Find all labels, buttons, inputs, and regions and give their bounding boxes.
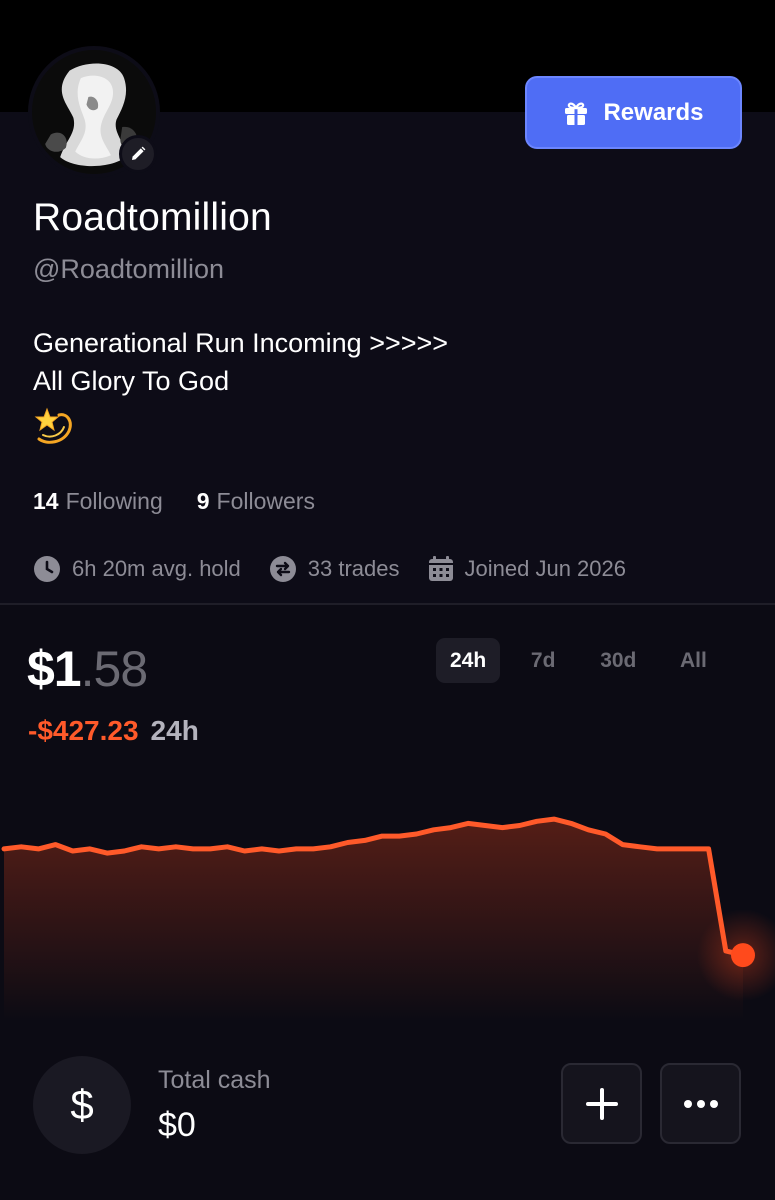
- total-cash-label: Total cash: [158, 1066, 271, 1094]
- range-tab-all[interactable]: All: [664, 638, 722, 683]
- chart-endpoint-dot: [731, 943, 755, 968]
- avg-hold-text: 6h 20m avg. hold: [72, 556, 241, 581]
- rewards-button[interactable]: Rewards: [525, 76, 742, 149]
- username-handle: @Roadtomillion: [33, 254, 224, 284]
- pnl-change: -$427.23 24h: [28, 715, 199, 747]
- profile-meta: 6h 20m avg. hold 33 trades Joined Jun 20…: [33, 555, 626, 583]
- following-count: 14: [33, 488, 59, 514]
- range-tab-30d[interactable]: 30d: [586, 638, 650, 683]
- range-tab-7d[interactable]: 7d: [514, 638, 572, 683]
- balance-decimals: .58: [80, 641, 149, 697]
- cash-dollar-icon: $: [33, 1056, 131, 1154]
- following-label: Following: [65, 488, 163, 514]
- follow-stats: 14 Following 9 Followers: [33, 488, 315, 515]
- trades-item: 33 trades: [269, 555, 400, 583]
- clock-icon: [34, 556, 60, 582]
- joined-item: Joined Jun 2026: [428, 556, 626, 582]
- portfolio-balance: $1.58: [27, 640, 149, 698]
- bio-line: Generational Run Incoming >>>>>: [33, 328, 449, 358]
- rewards-label: Rewards: [603, 98, 704, 126]
- gift-icon: [565, 102, 588, 125]
- add-cash-button[interactable]: [561, 1063, 642, 1144]
- bio-line: All Glory To God: [33, 366, 230, 396]
- portfolio-chart[interactable]: [0, 780, 775, 1020]
- avg-hold-item: 6h 20m avg. hold: [33, 555, 241, 583]
- edit-avatar-button[interactable]: [119, 135, 157, 173]
- calendar-icon: [428, 556, 453, 581]
- more-options-button[interactable]: [660, 1063, 741, 1144]
- total-cash-value: $0: [158, 1106, 196, 1144]
- pencil-icon: [132, 146, 146, 160]
- pnl-value: -$427.23: [28, 715, 139, 746]
- pnl-period: 24h: [150, 715, 199, 746]
- bio-text: Generational Run Incoming >>>>> All Glor…: [33, 324, 448, 400]
- joined-text: Joined Jun 2026: [464, 556, 626, 581]
- range-tabs: 24h 7d 30d All: [436, 638, 722, 683]
- section-divider: [0, 603, 775, 605]
- display-name: Roadtomillion: [33, 196, 272, 239]
- more-icon: [683, 1099, 718, 1108]
- balance-main: $1: [27, 641, 82, 697]
- trades-text: 33 trades: [307, 556, 400, 581]
- following-stat[interactable]: 14 Following: [33, 488, 163, 515]
- followers-label: Followers: [216, 488, 315, 514]
- followers-stat[interactable]: 9 Followers: [197, 488, 315, 515]
- swap-icon: [269, 556, 296, 582]
- range-tab-24h[interactable]: 24h: [436, 638, 501, 683]
- dizzy-star-emoji-icon: [34, 407, 72, 444]
- plus-icon: [585, 1087, 618, 1120]
- followers-count: 9: [196, 488, 210, 514]
- chart-area-fill: [4, 819, 743, 1020]
